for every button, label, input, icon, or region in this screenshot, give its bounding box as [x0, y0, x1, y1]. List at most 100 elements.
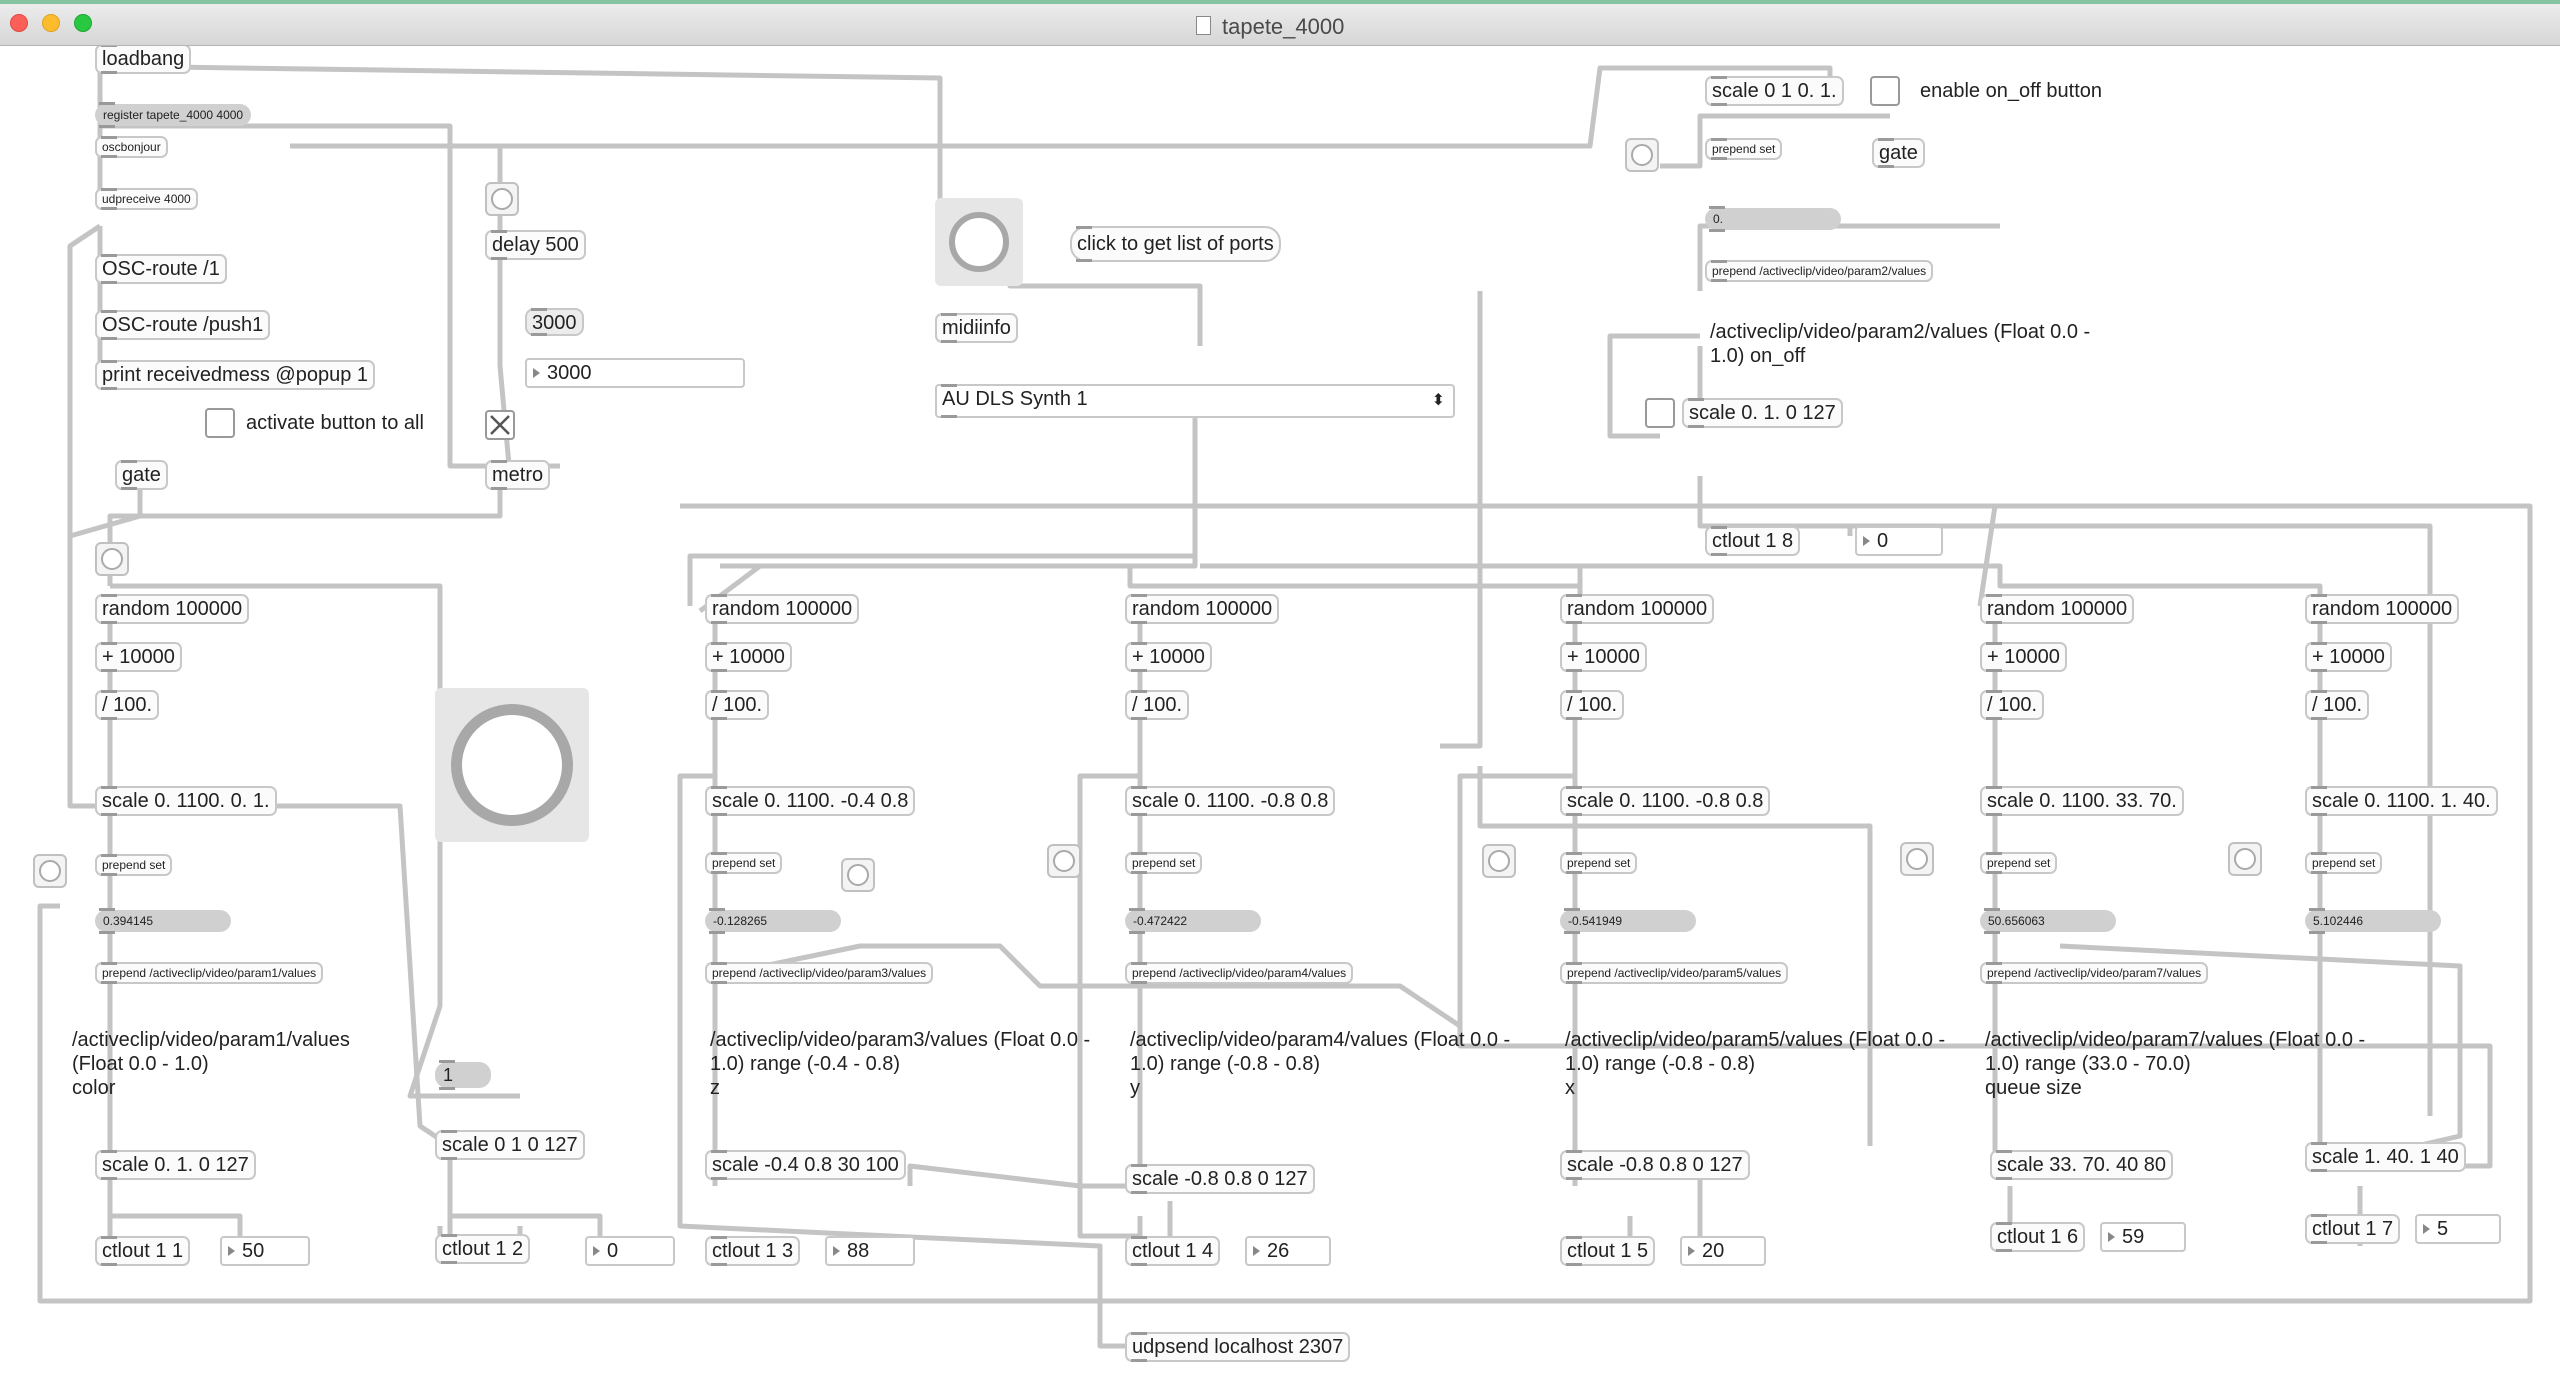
ctlout-1-6-object[interactable]: ctlout 1 6	[1990, 1222, 2086, 1252]
close-window-button[interactable]	[10, 14, 28, 32]
scale-out-object[interactable]: scale -0.4 0.8 30 100	[705, 1150, 906, 1180]
udpsend-object[interactable]: udpsend localhost 2307	[1125, 1332, 1351, 1362]
random-object[interactable]: random 100000	[1560, 594, 1715, 624]
number-box[interactable]: 20	[1680, 1236, 1766, 1266]
scale-object[interactable]: scale 0 1 0. 1.	[1705, 76, 1844, 106]
number-box[interactable]: 59	[2100, 1222, 2186, 1252]
ctlout-1-3-object[interactable]: ctlout 1 3	[705, 1236, 801, 1266]
scale-param2-toggle[interactable]	[1645, 398, 1675, 428]
value-message[interactable]: 0.	[1705, 206, 1841, 232]
gate-object[interactable]: gate	[1872, 138, 1925, 168]
number-box[interactable]: 50	[220, 1236, 310, 1266]
value-message[interactable]: -0.128265	[705, 908, 841, 934]
scale-out-object[interactable]: scale 0. 1. 0 127	[95, 1150, 256, 1180]
patch-cord[interactable]	[99, 63, 943, 206]
patch-cord[interactable]	[447, 1156, 603, 1246]
divide-object[interactable]: / 100.	[1560, 690, 1625, 720]
divide-object[interactable]: / 100.	[95, 690, 160, 720]
bang-button[interactable]	[1047, 844, 1081, 878]
gate-object[interactable]: gate	[115, 460, 168, 490]
title-bar[interactable]: tapete_4000	[0, 0, 2560, 46]
prepend-set-object[interactable]: prepend set	[1560, 852, 1638, 874]
prepend-param2-object[interactable]: prepend /activeclip/video/param2/values	[1705, 260, 1934, 282]
ctlout-1-5-object[interactable]: ctlout 1 5	[1560, 1236, 1656, 1266]
minimize-window-button[interactable]	[42, 14, 60, 32]
oscbonjour-object[interactable]: oscbonjour	[95, 136, 168, 158]
prepend-set-object[interactable]: prepend set	[1125, 852, 1203, 874]
bang-button[interactable]	[485, 182, 519, 216]
add-object[interactable]: + 10000	[705, 642, 792, 672]
number-box[interactable]: 5	[2415, 1214, 2501, 1244]
prepend-param5-object[interactable]: prepend /activeclip/video/param5/values	[1560, 962, 1789, 984]
output-button[interactable]	[435, 688, 589, 842]
bang-button[interactable]	[33, 854, 67, 888]
divide-object[interactable]: / 100.	[705, 690, 770, 720]
prepend-set-object[interactable]: prepend set	[95, 854, 173, 876]
3000-message[interactable]: 3000	[525, 308, 584, 336]
delay-object[interactable]: delay 500	[485, 230, 586, 260]
scale-object[interactable]: scale 0. 1100. -0.4 0.8	[705, 786, 916, 816]
metro-object[interactable]: metro	[485, 460, 551, 490]
value-message[interactable]: 5.102446	[2305, 908, 2441, 934]
scale-object[interactable]: scale 0. 1100. 1. 40.	[2305, 786, 2498, 816]
add-object[interactable]: + 10000	[1560, 642, 1647, 672]
ctlout-1-2-object[interactable]: ctlout 1 2	[435, 1234, 531, 1264]
midiinfo-object[interactable]: midiinfo	[935, 313, 1018, 343]
prepend-param7-object[interactable]: prepend /activeclip/video/param7/values	[1980, 962, 2209, 984]
prepend-set-object[interactable]: prepend set	[705, 852, 783, 874]
osc-route-1-object[interactable]: OSC-route /1	[95, 254, 227, 284]
prepend-set-object[interactable]: prepend set	[1980, 852, 2058, 874]
bang-button[interactable]	[2228, 842, 2262, 876]
value-message[interactable]: -0.472422	[1125, 908, 1261, 934]
scale-object[interactable]: scale 0. 1100. -0.8 0.8	[1560, 786, 1771, 816]
prepend-set-object[interactable]: prepend set	[2305, 852, 2383, 874]
zoom-window-button[interactable]	[74, 14, 92, 32]
prepend-param4-object[interactable]: prepend /activeclip/video/param4/values	[1125, 962, 1354, 984]
loadbang-object[interactable]: loadbang	[95, 46, 192, 74]
bang-button[interactable]	[95, 542, 129, 576]
scale-out-object[interactable]: scale 1. 40. 1 40	[2305, 1142, 2466, 1172]
divide-object[interactable]: / 100.	[1980, 690, 2045, 720]
scale-param2-object[interactable]: scale 0. 1. 0 127	[1682, 398, 1843, 428]
random-object[interactable]: random 100000	[95, 594, 250, 624]
value-message[interactable]: 50.656063	[1980, 908, 2116, 934]
add-object[interactable]: + 10000	[2305, 642, 2392, 672]
ctlout-1-1-object[interactable]: ctlout 1 1	[95, 1236, 191, 1266]
add-object[interactable]: + 10000	[1980, 642, 2067, 672]
prepend-param1-object[interactable]: prepend /activeclip/video/param1/values	[95, 962, 324, 984]
metro-toggle[interactable]	[485, 410, 515, 440]
value-message[interactable]: 0.394145	[95, 908, 231, 934]
number-box[interactable]: 0	[585, 1236, 675, 1266]
midi-port-menu[interactable]: AU DLS Synth 1 ⬍	[935, 384, 1455, 418]
scale-out-object[interactable]: scale -0.8 0.8 0 127	[1560, 1150, 1750, 1180]
bang-button[interactable]	[1482, 844, 1516, 878]
patch-cord[interactable]	[107, 486, 503, 586]
udpreceive-object[interactable]: udpreceive 4000	[95, 188, 198, 210]
prepend-set-object[interactable]: prepend set	[1705, 138, 1783, 160]
3000-number-box[interactable]: 3000	[525, 358, 745, 388]
random-object[interactable]: random 100000	[2305, 594, 2460, 624]
bang-button[interactable]	[841, 858, 875, 892]
ctlout-1-7-object[interactable]: ctlout 1 7	[2305, 1214, 2401, 1244]
scale-out-object[interactable]: scale -0.8 0.8 0 127	[1125, 1164, 1315, 1194]
register-message[interactable]: register tapete_4000 4000	[95, 102, 252, 128]
ctlout-1-4-object[interactable]: ctlout 1 4	[1125, 1236, 1221, 1266]
random-object[interactable]: random 100000	[705, 594, 860, 624]
number-box[interactable]: 88	[825, 1236, 915, 1266]
activate-toggle[interactable]	[205, 408, 235, 438]
add-object[interactable]: + 10000	[1125, 642, 1212, 672]
bang-button[interactable]	[1900, 842, 1934, 876]
scale-out-object[interactable]: scale 33. 70. 40 80	[1990, 1150, 2174, 1180]
value-message[interactable]: -0.541949	[1560, 908, 1696, 934]
patch-cord[interactable]	[290, 65, 1833, 149]
scale-object[interactable]: scale 0. 1100. -0.8 0.8	[1125, 786, 1336, 816]
midiinfo-button[interactable]	[935, 198, 1023, 286]
ctlout-1-8-object[interactable]: ctlout 1 8	[1705, 526, 1801, 556]
random-object[interactable]: random 100000	[1980, 594, 2135, 624]
random-object[interactable]: random 100000	[1125, 594, 1280, 624]
divide-object[interactable]: / 100.	[2305, 690, 2370, 720]
prepend-param3-object[interactable]: prepend /activeclip/video/param3/values	[705, 962, 934, 984]
scale-out-object[interactable]: scale 0 1 0 127	[435, 1130, 585, 1160]
enable-toggle[interactable]	[1870, 76, 1900, 106]
scale-object[interactable]: scale 0. 1100. 33. 70.	[1980, 786, 2184, 816]
